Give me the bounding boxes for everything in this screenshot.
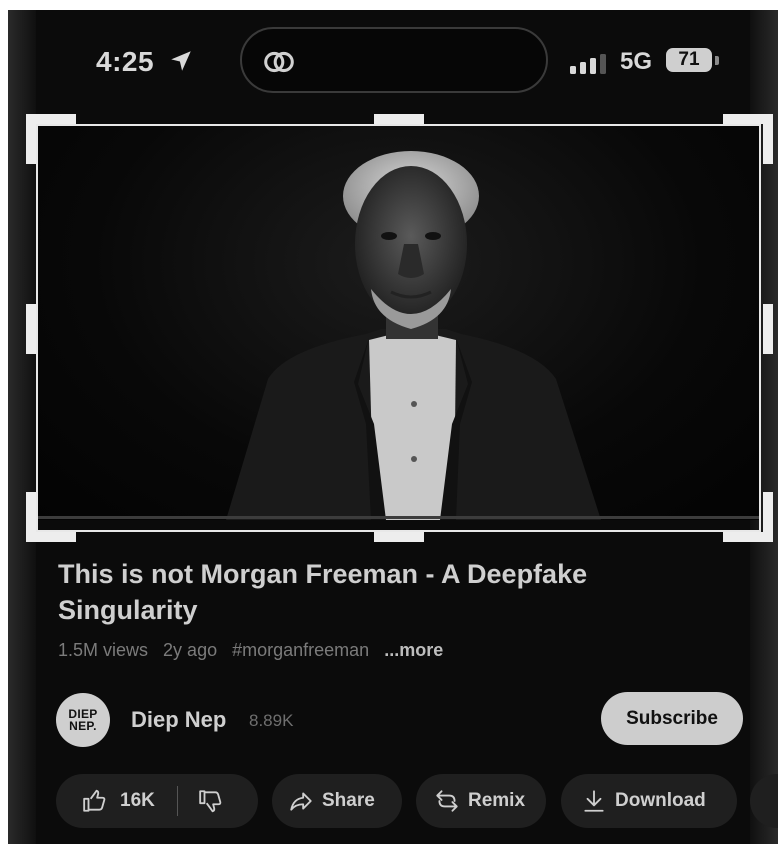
crop-handle-top-right[interactable] bbox=[763, 114, 773, 164]
download-icon bbox=[584, 790, 604, 812]
like-dislike-pill: 16K bbox=[56, 774, 258, 828]
battery-nub bbox=[715, 56, 719, 65]
video-meta[interactable]: 1.5M views 2y ago #morganfreeman ...more bbox=[58, 640, 453, 661]
remix-button[interactable]: Remix bbox=[416, 774, 546, 828]
subscribe-button[interactable]: Subscribe bbox=[601, 692, 743, 745]
view-count: 1.5M views bbox=[58, 640, 149, 660]
download-label: Download bbox=[615, 790, 706, 811]
battery-level: 71 bbox=[666, 48, 712, 72]
crop-handle-bottom-left[interactable] bbox=[26, 492, 36, 542]
crop-handle-bottom[interactable] bbox=[374, 532, 424, 542]
phone-screen: 4:25 5G 71 This is not Morgan Freeman - … bbox=[8, 10, 778, 844]
video-title[interactable]: This is not Morgan Freeman - A Deepfake … bbox=[58, 556, 708, 628]
dynamic-island[interactable] bbox=[240, 27, 548, 93]
share-label: Share bbox=[322, 790, 375, 811]
location-arrow-icon bbox=[171, 51, 191, 71]
hashtag-link[interactable]: #morganfreeman bbox=[232, 640, 369, 660]
upload-age: 2y ago bbox=[163, 640, 218, 660]
avatar-text: DIEP NEP. bbox=[68, 707, 98, 733]
network-type: 5G bbox=[620, 48, 653, 75]
remix-label: Remix bbox=[468, 790, 526, 811]
channel-name[interactable]: Diep Nep bbox=[131, 707, 226, 733]
more-link[interactable]: ...more bbox=[384, 640, 443, 660]
like-count[interactable]: 16K bbox=[120, 790, 155, 812]
thumbs-down-icon[interactable] bbox=[198, 788, 224, 814]
thumbs-up-icon[interactable] bbox=[82, 788, 108, 814]
download-button[interactable]: Download bbox=[561, 774, 737, 828]
remix-icon bbox=[436, 790, 458, 812]
crop-handle-bottom-right[interactable] bbox=[763, 492, 773, 542]
share-button[interactable]: Share bbox=[272, 774, 402, 828]
signal-bars-icon bbox=[570, 54, 606, 74]
channel-avatar[interactable]: DIEP NEP. bbox=[56, 693, 110, 747]
crop-frame bbox=[36, 124, 761, 532]
crop-handle-top-left[interactable] bbox=[26, 114, 36, 164]
subscriber-count: 8.89K bbox=[249, 711, 294, 730]
share-arrow-icon bbox=[290, 792, 312, 811]
crop-handle-right[interactable] bbox=[763, 304, 773, 354]
threads-icon[interactable] bbox=[260, 43, 298, 81]
crop-handle-left[interactable] bbox=[26, 304, 36, 354]
crop-handle-top[interactable] bbox=[374, 114, 424, 124]
status-time: 4:25 bbox=[96, 46, 155, 77]
like-divider bbox=[176, 786, 178, 816]
